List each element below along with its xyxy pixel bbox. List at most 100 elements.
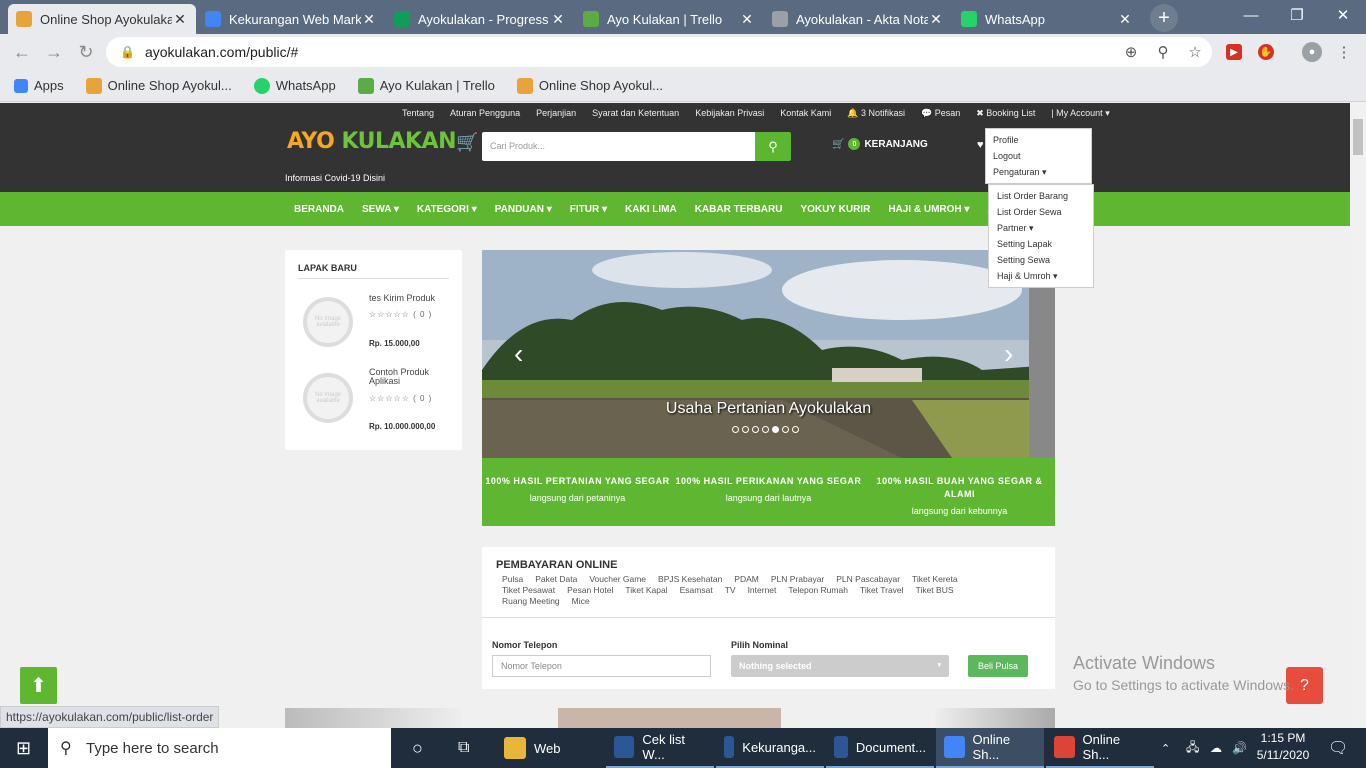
top-link[interactable]: Kontak Kami: [772, 108, 839, 119]
payment-link[interactable]: Tiket Kapal: [625, 585, 667, 596]
payment-link[interactable]: Tiket Kereta: [912, 574, 958, 585]
taskbar-app[interactable]: Online Sh...: [1046, 728, 1154, 768]
payment-link[interactable]: Paket Data: [535, 574, 577, 585]
covid-info-link[interactable]: Informasi Covid-19 Disini: [285, 173, 385, 183]
reload-icon[interactable]: ↻: [74, 40, 98, 64]
top-link[interactable]: Kebijakan Privasi: [687, 108, 772, 119]
settings-menu-item[interactable]: Haji & Umroh ▾: [997, 268, 1085, 284]
nav-item[interactable]: HAJI & UMROH ▾: [879, 204, 978, 215]
payment-link[interactable]: Voucher Game: [589, 574, 646, 585]
clock[interactable]: 1:15 PM 5/11/2020: [1248, 730, 1318, 764]
location-icon[interactable]: ⊕: [1121, 42, 1141, 62]
bookmark-apps[interactable]: Apps: [14, 78, 64, 93]
slider-dot[interactable]: [732, 426, 739, 433]
back-icon[interactable]: ←: [10, 40, 34, 64]
extension-icon[interactable]: ▶: [1226, 44, 1242, 60]
taskbar-app[interactable]: Document...: [826, 728, 934, 768]
browser-tab[interactable]: Ayo Kulakan | Trello ✕: [575, 4, 763, 34]
payment-link[interactable]: Tiket BUS: [916, 585, 954, 596]
top-link[interactable]: Tentang: [394, 108, 442, 119]
payment-link[interactable]: Tiket Travel: [860, 585, 904, 596]
bookmark-online-shop-2[interactable]: Online Shop Ayokul...: [516, 77, 663, 94]
search-button[interactable]: ⚲: [755, 132, 791, 161]
slider-dot[interactable]: [782, 426, 789, 433]
top-link[interactable]: ✖ Booking List: [968, 108, 1043, 119]
payment-link[interactable]: PLN Pascabayar: [836, 574, 900, 585]
close-tab-icon[interactable]: ✕: [361, 11, 377, 28]
browser-tab[interactable]: Online Shop Ayokulakan ✕: [8, 4, 196, 34]
settings-menu-item[interactable]: Partner ▾: [997, 220, 1085, 236]
bookmark-star-icon[interactable]: ☆: [1185, 42, 1205, 62]
cortana-icon[interactable]: ○: [404, 728, 431, 768]
slider-dot[interactable]: [752, 426, 759, 433]
payment-link[interactable]: Internet: [748, 585, 777, 596]
top-link[interactable]: Perjanjian: [528, 108, 584, 119]
buy-pulsa-button[interactable]: Beli Pulsa: [968, 655, 1028, 677]
slider-next-icon[interactable]: ›: [1004, 338, 1013, 370]
settings-menu-item[interactable]: Setting Lapak: [997, 236, 1085, 252]
account-menu-item[interactable]: Pengaturan ▾: [993, 164, 1084, 180]
address-bar[interactable]: 🔒 ayokulakan.com/public/#: [106, 37, 1212, 67]
slider-prev-icon[interactable]: ‹: [514, 338, 523, 370]
nav-item[interactable]: FITUR ▾: [561, 204, 616, 215]
tray-chevron-icon[interactable]: ⌃: [1153, 728, 1178, 768]
page-scrollbar[interactable]: [1350, 103, 1366, 728]
taskbar-app[interactable]: Cek list W...: [606, 728, 714, 768]
nav-item[interactable]: KABAR TERBARU: [686, 204, 792, 215]
profile-icon[interactable]: ●: [1302, 42, 1322, 62]
nominal-select[interactable]: Nothing selected ▾: [731, 655, 949, 677]
product-name[interactable]: Contoh Produk Aplikasi: [369, 368, 444, 386]
nav-item[interactable]: KATEGORI ▾: [408, 204, 486, 215]
browser-tab[interactable]: WhatsApp ✕: [953, 4, 1141, 34]
nav-item[interactable]: BERANDA: [285, 204, 353, 215]
payment-link[interactable]: PLN Prabayar: [771, 574, 824, 585]
forward-icon[interactable]: →: [42, 40, 66, 64]
restore-button[interactable]: ❐: [1274, 0, 1320, 30]
bookmark-trello[interactable]: Ayo Kulakan | Trello: [357, 77, 495, 94]
browser-tab[interactable]: Ayokulakan - Akta Notaris✕: [764, 4, 952, 34]
close-tab-icon[interactable]: ✕: [739, 11, 755, 28]
bookmark-online-shop[interactable]: Online Shop Ayokul...: [85, 77, 232, 94]
heart-icon[interactable]: ♥: [977, 139, 984, 151]
menu-icon[interactable]: ⋮: [1334, 42, 1354, 62]
settings-menu-item[interactable]: List Order Barang: [997, 188, 1085, 204]
site-logo[interactable]: AYO KULAKAN🛒: [287, 129, 478, 154]
top-link[interactable]: | My Account ▾: [1043, 108, 1117, 119]
top-link[interactable]: 🔔 3 Notifikasi: [839, 108, 913, 119]
settings-menu-item[interactable]: List Order Sewa: [997, 204, 1085, 220]
hero-slider[interactable]: ‹ › Usaha Pertanian Ayokulakan: [482, 250, 1055, 458]
adblock-icon[interactable]: ✋: [1258, 44, 1274, 60]
payment-link[interactable]: Pulsa: [502, 574, 523, 585]
taskbar-search[interactable]: ⚲ Type here to search: [48, 728, 391, 768]
nav-item[interactable]: SEWA ▾: [353, 204, 408, 215]
notifications-icon[interactable]: 🗨: [1320, 728, 1356, 768]
taskbar-app[interactable]: Kekuranga...: [716, 728, 824, 768]
account-menu-item[interactable]: Logout: [993, 148, 1084, 164]
browser-tab[interactable]: Ayokulakan - Progress ✕: [386, 4, 574, 34]
payment-link[interactable]: Esamsat: [680, 585, 713, 596]
payment-link[interactable]: TV: [725, 585, 736, 596]
minimize-button[interactable]: —: [1228, 0, 1274, 30]
payment-link[interactable]: PDAM: [734, 574, 759, 585]
nav-item[interactable]: YOKUY KURIR: [791, 204, 879, 215]
new-tab-button[interactable]: +: [1150, 4, 1178, 32]
account-menu-item[interactable]: Profile: [993, 132, 1084, 148]
top-link[interactable]: 💬 Pesan: [913, 108, 968, 119]
taskbar-app[interactable]: Web: [496, 728, 604, 768]
payment-link[interactable]: BPJS Kesehatan: [658, 574, 722, 585]
browser-tab[interactable]: Kekurangan Web Marketplace✕: [197, 4, 385, 34]
slider-dot[interactable]: [792, 426, 799, 433]
close-tab-icon[interactable]: ✕: [172, 11, 188, 28]
payment-link[interactable]: Tiket Pesawat: [502, 585, 555, 596]
slider-dots[interactable]: [732, 426, 799, 433]
close-tab-icon[interactable]: ✕: [928, 11, 944, 28]
slider-dot[interactable]: [742, 426, 749, 433]
settings-menu-item[interactable]: Setting Sewa: [997, 252, 1085, 268]
product-search-input[interactable]: Cari Produk...: [482, 132, 755, 161]
bookmark-whatsapp[interactable]: WhatsApp: [253, 77, 336, 94]
nav-item[interactable]: KAKI LIMA: [616, 204, 686, 215]
top-link[interactable]: Aturan Pengguna: [442, 108, 528, 119]
scroll-top-button[interactable]: ⬆: [20, 667, 57, 704]
phone-input[interactable]: Nomor Telepon: [492, 655, 711, 677]
taskbar-app[interactable]: Online Sh...: [936, 728, 1044, 768]
